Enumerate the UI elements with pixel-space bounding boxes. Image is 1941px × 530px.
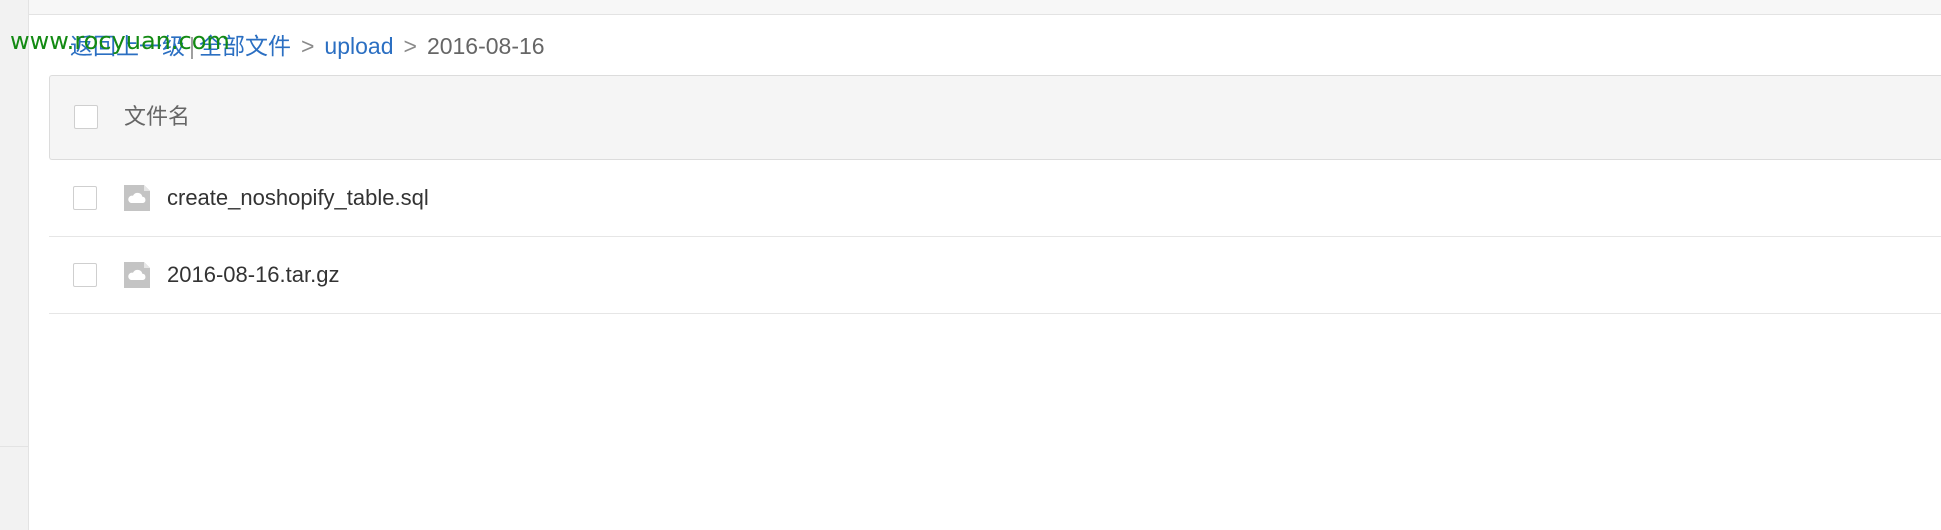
file-name[interactable]: create_noshopify_table.sql (167, 182, 429, 214)
file-table: 文件名 create_noshopify_table.sql 2016-08-1… (49, 75, 1941, 314)
row-checkbox[interactable] (73, 186, 97, 210)
breadcrumb-separator: > (403, 33, 417, 59)
column-header-filename[interactable]: 文件名 (124, 102, 190, 132)
left-sidebar-strip (0, 0, 29, 530)
table-row[interactable]: create_noshopify_table.sql (49, 160, 1941, 237)
sidebar-divider (0, 446, 28, 447)
row-checkbox[interactable] (73, 263, 97, 287)
breadcrumb-current: 2016-08-16 (426, 33, 545, 59)
select-all-checkbox[interactable] (74, 105, 98, 129)
watermark: www.rocyuan.com (10, 27, 230, 55)
file-cloud-icon (124, 185, 150, 211)
top-toolbar (29, 0, 1941, 15)
file-cloud-icon (124, 262, 150, 288)
table-header: 文件名 (49, 75, 1941, 160)
breadcrumb-folder-link[interactable]: upload (324, 33, 393, 59)
table-row[interactable]: 2016-08-16.tar.gz (49, 237, 1941, 314)
breadcrumb-separator: > (300, 33, 315, 59)
file-name[interactable]: 2016-08-16.tar.gz (167, 259, 339, 291)
